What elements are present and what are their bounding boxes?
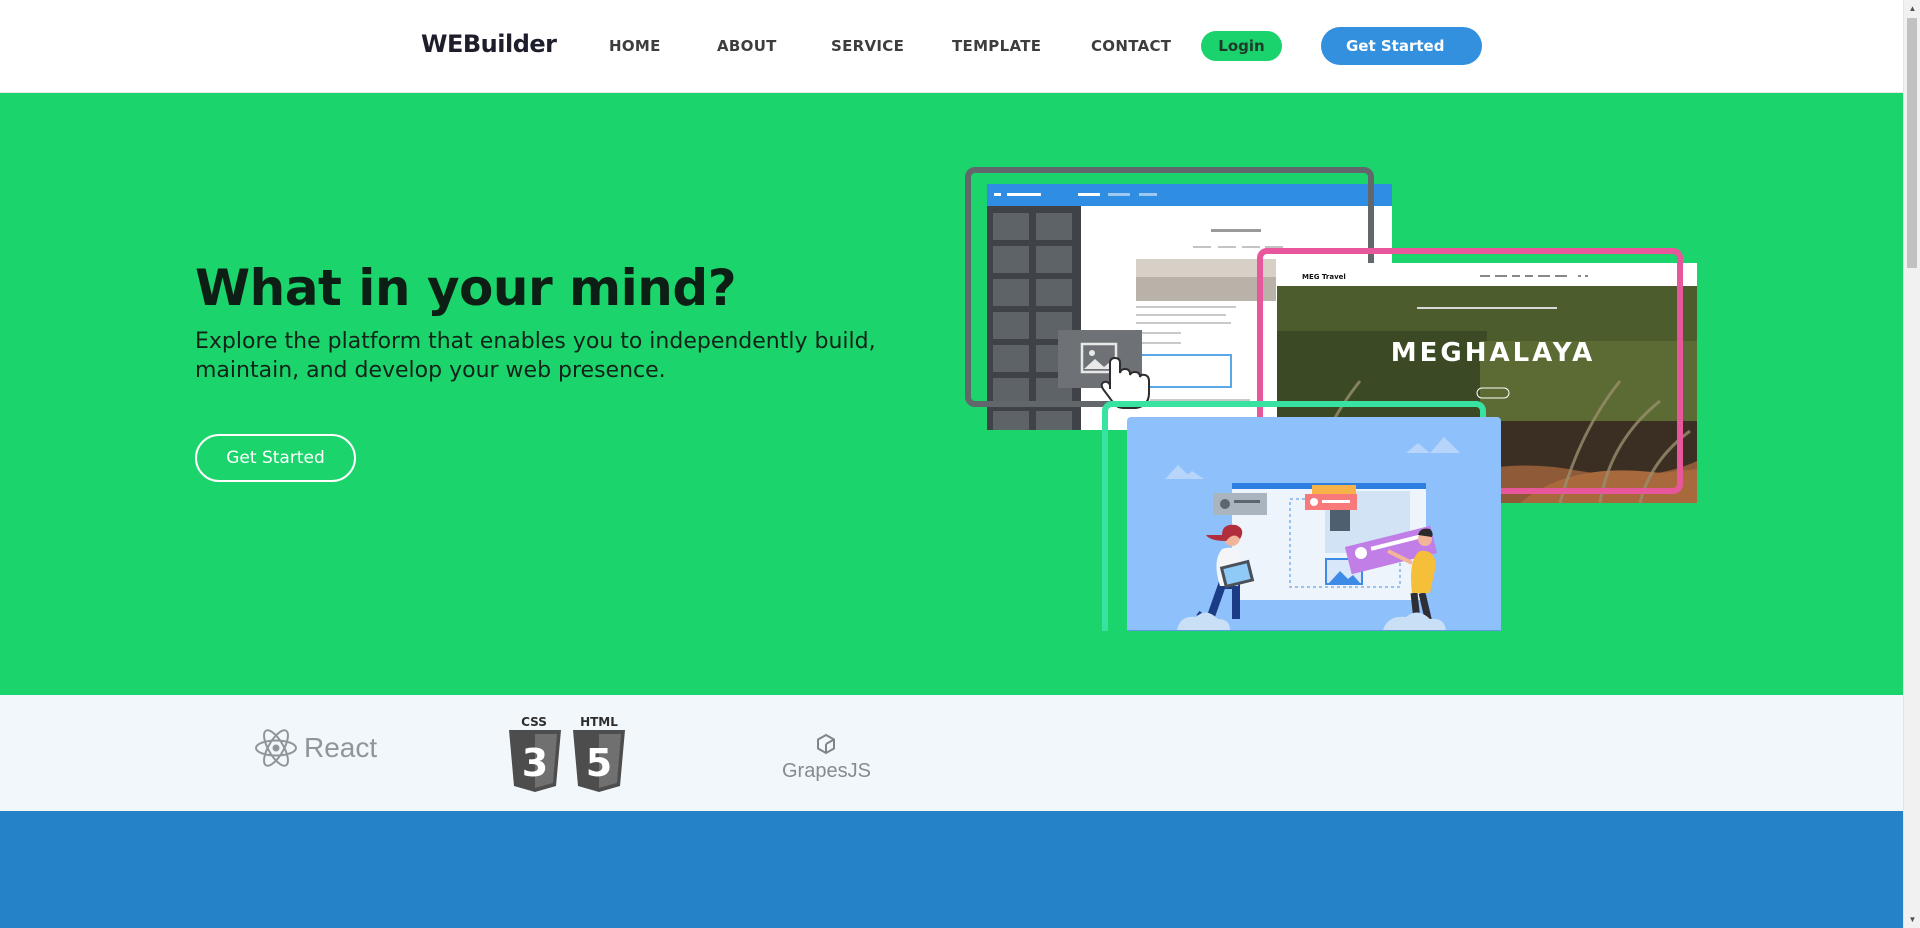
react-label: React — [304, 732, 378, 763]
grapesjs-logo: GrapesJS — [782, 733, 871, 783]
nav-get-started-button[interactable]: Get Started — [1321, 27, 1482, 65]
login-button[interactable]: Login — [1201, 31, 1282, 61]
css-html-logo: CSS HTML 3 5 — [509, 715, 625, 792]
react-icon — [255, 729, 297, 767]
next-section-band — [0, 811, 1903, 928]
html-badge-label: HTML — [580, 715, 618, 729]
hero-illustration: MEG Travel MEGHALAYA — [965, 167, 1697, 631]
nav-service[interactable]: SERVICE — [831, 37, 904, 55]
css-number: 3 — [522, 741, 548, 785]
scrollbar-thumb[interactable] — [1907, 18, 1917, 268]
page: WEBuilder HOME ABOUT SERVICE TEMPLATE CO… — [0, 0, 1903, 928]
tech-logos-strip: React CSS HTML 3 5 GrapesJS — [0, 695, 1903, 811]
hero-section: What in your mind? Explore the platform … — [0, 93, 1903, 695]
scroll-down-arrow-icon[interactable]: ▼ — [1904, 911, 1920, 928]
hero-subtitle: Explore the platform that enables you to… — [195, 327, 915, 385]
scroll-up-arrow-icon[interactable]: ▲ — [1904, 0, 1920, 17]
nav-template[interactable]: TEMPLATE — [952, 37, 1041, 55]
teamwork-card — [1127, 417, 1501, 631]
react-logo: React — [254, 728, 377, 768]
hero-get-started-button[interactable]: Get Started — [195, 434, 356, 482]
hero-subtitle-line2: maintain, and develop your web presence. — [195, 358, 666, 383]
navbar: WEBuilder HOME ABOUT SERVICE TEMPLATE CO… — [0, 0, 1903, 93]
nav-about[interactable]: ABOUT — [717, 37, 777, 55]
travel-brand: MEG Travel — [1302, 273, 1346, 281]
css-badge-label: CSS — [521, 715, 547, 729]
brand-logo[interactable]: WEBuilder — [421, 30, 557, 58]
hero-title: What in your mind? — [195, 259, 737, 317]
hero-subtitle-line1: Explore the platform that enables you to… — [195, 329, 876, 354]
html-number: 5 — [586, 741, 612, 785]
nav-contact[interactable]: CONTACT — [1091, 37, 1171, 55]
grapesjs-icon — [817, 733, 836, 755]
travel-heading: MEGHALAYA — [1391, 338, 1596, 368]
page-scrollbar[interactable]: ▲ ▼ — [1903, 0, 1920, 928]
nav-home[interactable]: HOME — [609, 37, 661, 55]
grapesjs-label: GrapesJS — [782, 760, 871, 782]
